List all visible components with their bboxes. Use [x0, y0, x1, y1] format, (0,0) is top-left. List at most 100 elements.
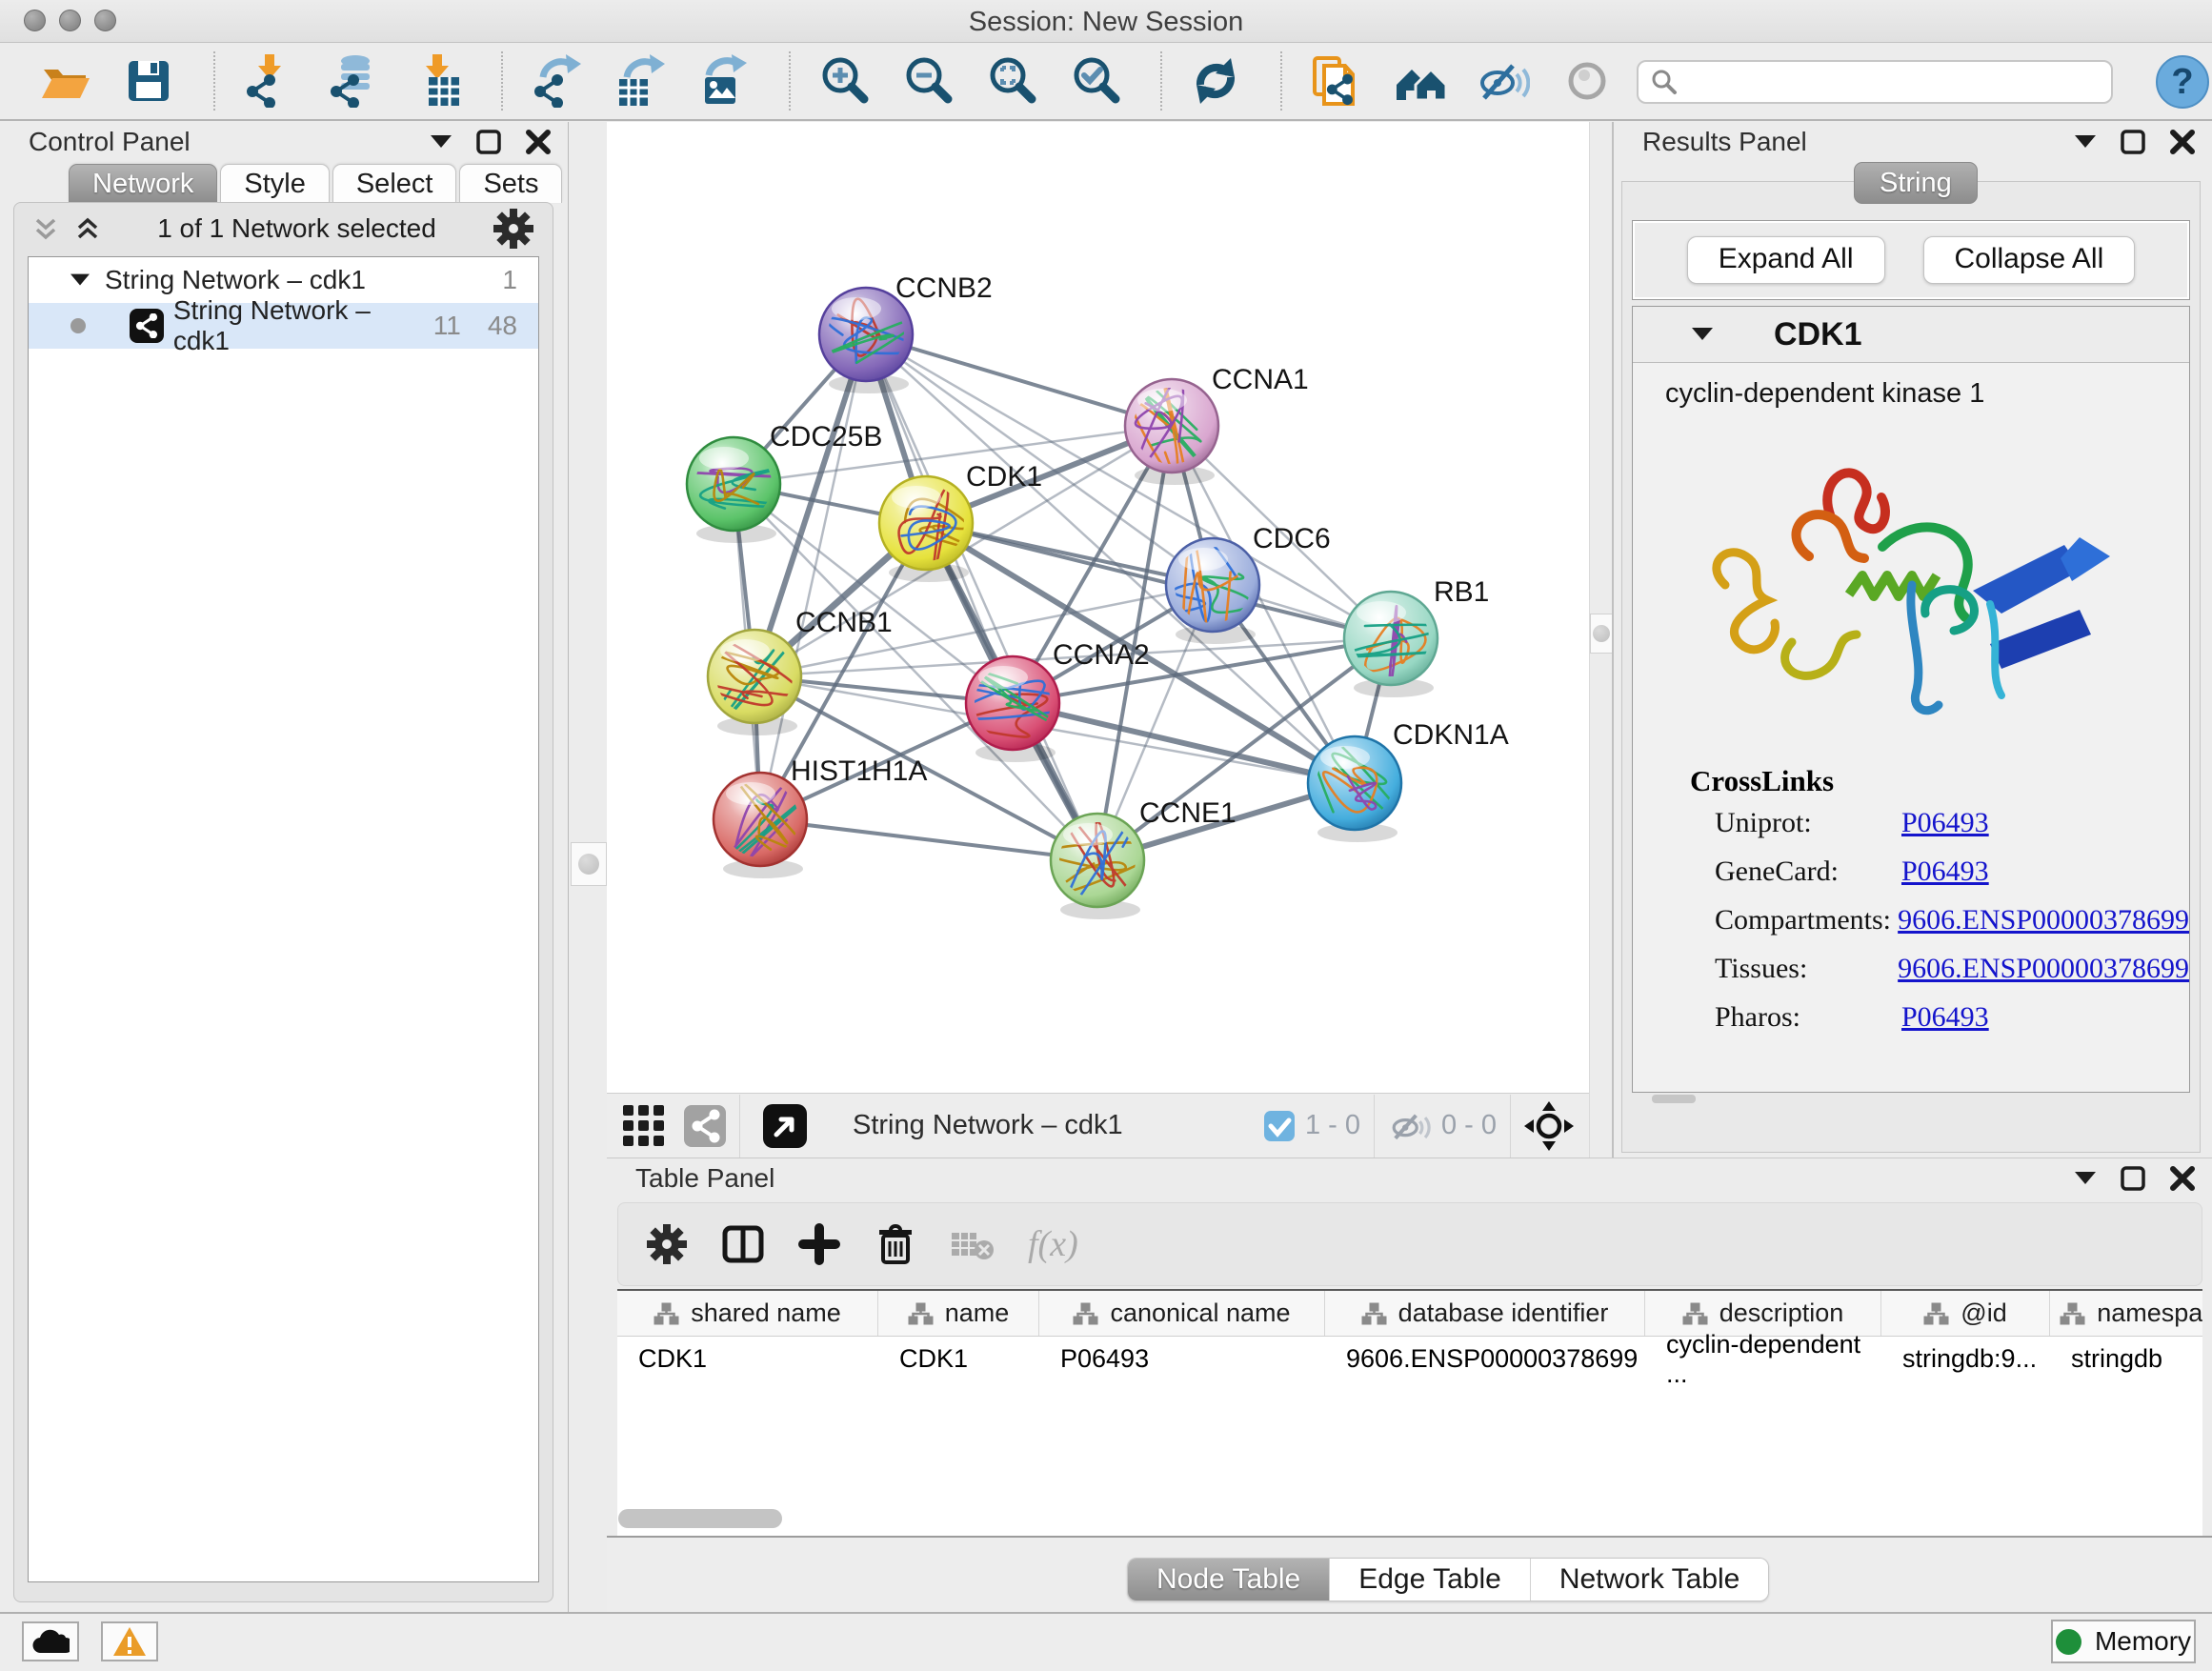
import-network-database-button[interactable]	[326, 54, 379, 108]
show-columns-icon[interactable]	[721, 1222, 765, 1266]
table-settings-gear-icon[interactable]	[645, 1222, 689, 1266]
panel-float-icon[interactable]	[2121, 1166, 2145, 1191]
open-session-button[interactable]	[38, 54, 91, 108]
table-hscrollbar-thumb[interactable]	[618, 1509, 782, 1528]
help-button[interactable]: ?	[2155, 54, 2210, 110]
delete-column-icon[interactable]	[874, 1222, 917, 1266]
open-external-icon[interactable]	[763, 1104, 807, 1148]
network-node-CDK1[interactable]	[879, 476, 973, 582]
memory-button[interactable]: Memory	[2051, 1620, 2196, 1663]
import-network-file-button[interactable]	[242, 54, 295, 108]
zoom-selected-button[interactable]	[1069, 54, 1122, 108]
table-cell[interactable]: CDK1	[617, 1337, 878, 1381]
network-edge-HIST1H1A-CCNE1[interactable]	[760, 819, 1097, 860]
add-column-icon[interactable]	[797, 1222, 841, 1266]
tab-network-table[interactable]: Network Table	[1531, 1559, 1769, 1601]
crosslink-link[interactable]: 9606.ENSP00000378699	[1898, 904, 2189, 936]
tab-select[interactable]: Select	[332, 164, 457, 203]
panel-float-icon[interactable]	[476, 130, 501, 154]
show-eye-button[interactable]	[1560, 54, 1614, 108]
cloud-status-button[interactable]	[22, 1621, 79, 1661]
tab-sets[interactable]: Sets	[459, 164, 562, 203]
crosslink-link[interactable]: P06493	[1901, 1001, 1989, 1034]
collection-caret-icon[interactable]	[70, 273, 90, 287]
results-scrollbar-thumb[interactable]	[1652, 1095, 1696, 1103]
column-header-shared-name[interactable]: shared name	[617, 1291, 878, 1336]
table-cell[interactable]: stringdb	[2050, 1337, 2202, 1381]
network-edge-CCNA2-CDKN1A[interactable]	[1013, 703, 1355, 783]
network-tree: String Network – cdk1 1 String Network –…	[28, 256, 539, 1582]
network-canvas[interactable]: CCNB2CCNA1CDC25BCDK1CDC6RB1CCNB1CCNA2CDK…	[607, 122, 1589, 1093]
node-label-CDC25B: CDC25B	[770, 421, 882, 453]
panel-float-icon[interactable]	[2121, 130, 2145, 154]
network-row[interactable]: String Network – cdk1 11 48	[29, 303, 538, 349]
control-panel-tabs: Network Style Select Sets	[69, 164, 565, 203]
refresh-button[interactable]	[1189, 54, 1242, 108]
gene-header-row[interactable]: CDK1	[1633, 307, 2189, 363]
network-node-HIST1H1A[interactable]	[700, 773, 820, 901]
tab-style[interactable]: Style	[220, 164, 329, 203]
table-cell[interactable]: CDK1	[878, 1337, 1039, 1381]
node-label-HIST1H1A: HIST1H1A	[791, 755, 927, 787]
left-splitter-grip[interactable]	[571, 842, 607, 886]
tab-edge-table[interactable]: Edge Table	[1330, 1559, 1531, 1601]
tab-network[interactable]: Network	[69, 164, 217, 203]
network-node-CDC25B[interactable]	[680, 437, 800, 543]
save-session-button[interactable]	[122, 54, 175, 108]
node-label-CCNB1: CCNB1	[795, 607, 893, 638]
network-node-RB1[interactable]	[1344, 592, 1464, 703]
collapse-all-icon[interactable]	[31, 214, 60, 243]
network-node-CDC6[interactable]	[1166, 531, 1259, 666]
export-network-button[interactable]	[530, 54, 583, 108]
export-table-button[interactable]	[613, 54, 667, 108]
search-input[interactable]	[1637, 60, 2113, 104]
expand-all-icon[interactable]	[73, 214, 102, 243]
table-row[interactable]: CDK1CDK1P064939606.ENSP00000378699cyclin…	[617, 1337, 2202, 1381]
column-header-name[interactable]: name	[878, 1291, 1039, 1336]
table-cell[interactable]: P06493	[1039, 1337, 1325, 1381]
column-header-database-identifier[interactable]: database identifier	[1325, 1291, 1645, 1336]
selected-checkbox-icon[interactable]	[1263, 1110, 1296, 1142]
right-splitter[interactable]	[1589, 122, 1612, 1158]
gene-caret-icon[interactable]	[1692, 328, 1713, 341]
export-image-button[interactable]	[697, 54, 751, 108]
home-button[interactable]	[1393, 54, 1446, 108]
zoom-out-button[interactable]	[901, 54, 955, 108]
string-document-share-button[interactable]	[1309, 54, 1362, 108]
table-cell[interactable]: stringdb:9...	[1881, 1337, 2050, 1381]
fit-selection-crosshair-icon[interactable]	[1524, 1101, 1574, 1151]
zoom-in-button[interactable]	[817, 54, 871, 108]
warnings-button[interactable]	[101, 1621, 158, 1661]
panel-close-icon[interactable]	[526, 130, 551, 154]
column-type-icon	[1682, 1302, 1708, 1325]
share-network-icon[interactable]	[684, 1105, 726, 1147]
hide-eye-slash-button[interactable]	[1477, 54, 1530, 108]
crosslink-link[interactable]: P06493	[1901, 856, 1989, 888]
toolbar-separator	[789, 51, 791, 111]
panel-menu-icon[interactable]	[2075, 1172, 2096, 1185]
network-edge-CCNB2-CCNA1[interactable]	[866, 334, 1172, 426]
tab-string[interactable]: String	[1854, 162, 1978, 204]
column-header--id[interactable]: @id	[1881, 1291, 2050, 1336]
toolbar-separator	[213, 51, 215, 111]
panel-close-icon[interactable]	[2170, 130, 2195, 154]
panel-menu-icon[interactable]	[2075, 135, 2096, 149]
table-cell[interactable]: cyclin-dependent ...	[1645, 1337, 1881, 1381]
crosslink-link[interactable]: P06493	[1901, 807, 1989, 839]
expand-all-button[interactable]: Expand All	[1687, 236, 1885, 284]
zoom-fit-button[interactable]	[985, 54, 1038, 108]
table-cell[interactable]: 9606.ENSP00000378699	[1325, 1337, 1645, 1381]
panel-close-icon[interactable]	[2170, 1166, 2195, 1191]
cloud-icon	[31, 1628, 70, 1655]
panel-menu-icon[interactable]	[431, 135, 452, 149]
column-header-canonical-name[interactable]: canonical name	[1039, 1291, 1325, 1336]
collapse-all-button[interactable]: Collapse All	[1923, 236, 2136, 284]
import-table-file-button[interactable]	[410, 54, 463, 108]
tab-node-table[interactable]: Node Table	[1128, 1559, 1330, 1601]
column-header-namespace[interactable]: namespace	[2050, 1291, 2202, 1336]
crosslink-link[interactable]: 9606.ENSP00000378699	[1898, 953, 2189, 985]
network-options-gear-icon[interactable]	[492, 207, 535, 251]
birdseye-grid-icon[interactable]	[621, 1103, 667, 1149]
right-splitter-grip[interactable]	[1590, 614, 1613, 654]
left-splitter[interactable]	[569, 122, 607, 1612]
